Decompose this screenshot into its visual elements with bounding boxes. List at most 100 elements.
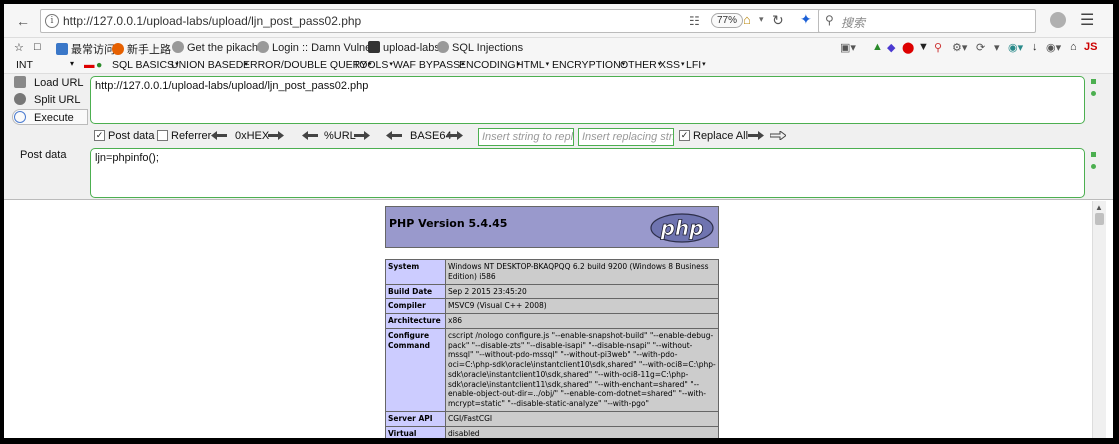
replacing-string-input[interactable]: Insert replacing string	[578, 128, 674, 146]
bookmark-sql-injections[interactable]: SQL Injections	[437, 41, 523, 54]
adblock-icon[interactable]: ⬤	[902, 41, 914, 54]
bookmark-pikachu[interactable]: Get the pikachu	[172, 41, 264, 54]
replace-string-input[interactable]: Insert string to replace	[478, 128, 574, 146]
expand-dot-icon[interactable]	[1091, 164, 1096, 169]
gear-icon[interactable]: ⚙▾	[952, 41, 967, 54]
globe-icon	[257, 41, 269, 53]
bookmark-upload-labs[interactable]: upload-labs	[368, 41, 440, 54]
search-icon: ⚲	[825, 13, 834, 27]
home-icon[interactable]: ⌂	[743, 12, 751, 27]
url-textarea[interactable]: http://127.0.0.1/upload-labs/upload/ljn_…	[90, 76, 1085, 124]
extension-icon[interactable]: ⚲	[934, 41, 942, 54]
library-icon[interactable]: □	[34, 41, 41, 53]
extension-icon[interactable]: ◉▾	[1008, 41, 1023, 54]
menu-xss[interactable]: XSS▾	[659, 59, 685, 71]
php-logo-text: php	[660, 216, 704, 240]
folder-icon	[368, 41, 380, 53]
address-bar[interactable]: i http://127.0.0.1/upload-labs/upload/lj…	[40, 9, 824, 33]
bookmark-dvwa[interactable]: Login :: Damn Vulne...	[257, 41, 380, 54]
pocket-icon[interactable]: ✦	[800, 11, 812, 27]
int-select[interactable]: INT	[16, 59, 33, 71]
reader-view-icon[interactable]: ☷	[689, 14, 700, 28]
php-logo-icon[interactable]: php	[650, 213, 714, 243]
page-scrollbar[interactable]: ▲	[1092, 201, 1106, 438]
download-icon[interactable]: ↓	[1032, 41, 1038, 53]
replace-all-label: Replace All	[693, 130, 749, 142]
profile-icon[interactable]	[1050, 12, 1066, 28]
expand-dot-icon[interactable]	[1091, 152, 1096, 157]
home-icon[interactable]: ⌂	[1070, 41, 1077, 53]
scrollbar-thumb[interactable]	[1095, 213, 1104, 225]
chevron-down-icon[interactable]: ▾	[759, 14, 764, 25]
play-icon	[14, 111, 26, 123]
hackbar-menu: INT ▾ ▬ ● SQL BASICS▾ UNION BASED▾ ERROR…	[4, 58, 1113, 74]
star-icon[interactable]: ☆	[14, 41, 24, 54]
menu-sql-basics[interactable]: SQL BASICS▾	[112, 59, 179, 71]
firefox-icon	[112, 43, 124, 55]
expand-dot-icon[interactable]	[1091, 91, 1096, 96]
menu-encoding[interactable]: ENCODING▾	[459, 59, 520, 71]
js-icon[interactable]: JS	[1084, 41, 1097, 53]
referrer-label: Referrer	[171, 130, 212, 142]
table-row: System Windows NT DESKTOP-BKAQPQQ 6.2 bui…	[385, 259, 719, 285]
info-icon[interactable]: i	[45, 14, 59, 28]
chevron-down-icon[interactable]: ▾	[994, 41, 1000, 54]
hamburger-menu-icon[interactable]: ☰	[1080, 10, 1094, 30]
expand-dot-icon[interactable]	[1091, 79, 1096, 84]
post-data-field-label: Post data	[20, 149, 67, 161]
scroll-up-icon[interactable]: ▲	[1095, 203, 1103, 212]
browser-window: ← i http://127.0.0.1/upload-labs/upload/…	[0, 0, 1119, 444]
bookmark-getting-started[interactable]: 新手上路	[112, 41, 171, 57]
back-icon[interactable]: ←	[14, 12, 32, 30]
minus-icon[interactable]: ▬	[84, 59, 95, 71]
search-placeholder: 搜索	[841, 16, 866, 30]
arrow-right-icon[interactable]	[268, 131, 284, 140]
chevron-down-icon[interactable]: ▾	[70, 59, 74, 68]
arrow-right-icon[interactable]	[748, 131, 764, 140]
search-box[interactable]: ⚲ 搜索	[818, 9, 1036, 33]
arrow-right-icon[interactable]	[770, 131, 786, 140]
menu-other[interactable]: OTHER▾	[620, 59, 661, 71]
menu-lfi[interactable]: LFI▾	[686, 59, 706, 71]
bookmark-folder-icon	[56, 43, 68, 55]
reload-icon[interactable]: ↻	[772, 12, 784, 29]
bookmark-most-visited[interactable]: 最常访问	[56, 41, 115, 57]
post-data-checkbox[interactable]: ✓	[94, 130, 105, 141]
zoom-level-badge[interactable]: 77%	[711, 13, 744, 28]
referrer-checkbox[interactable]	[157, 130, 168, 141]
screenshot-icon[interactable]: ▣▾	[840, 41, 856, 54]
extension-icon[interactable]: ◆	[887, 41, 895, 54]
menu-html[interactable]: HTML▾	[516, 59, 549, 71]
hackbar-panel: Load URL Split URL Execute http://127.0.…	[4, 74, 1113, 200]
menu-encryption[interactable]: ENCRYPTION▾	[552, 59, 625, 71]
php-info-table: System Windows NT DESKTOP-BKAQPQQ 6.2 bui…	[385, 259, 719, 438]
table-row: Server API CGI/FastCGI	[385, 410, 719, 427]
shield-icon[interactable]: ▼	[918, 41, 929, 53]
extension-icon[interactable]: ▲	[872, 41, 883, 53]
extension-icon[interactable]: ◉▾	[1046, 41, 1061, 54]
split-icon	[14, 93, 26, 105]
table-row: Build Date Sep 2 2015 23:45:20	[385, 283, 719, 300]
arrow-left-icon[interactable]	[386, 131, 402, 140]
arrow-right-icon[interactable]	[354, 131, 370, 140]
execute-button[interactable]: Execute	[14, 111, 74, 124]
replace-all-checkbox[interactable]: ✓	[679, 130, 690, 141]
url-encode-label: %URL	[324, 130, 356, 142]
split-url-button[interactable]: Split URL	[14, 93, 80, 106]
menu-union-based[interactable]: UNION BASED▾	[171, 59, 248, 71]
arrow-right-icon[interactable]	[447, 131, 463, 140]
table-row: Compiler MSVC9 (Visual C++ 2008)	[385, 298, 719, 314]
post-data-label: Post data	[108, 130, 155, 142]
table-row: Architecture x86	[385, 313, 719, 329]
hex-label: 0xHEX	[235, 130, 270, 142]
arrow-left-icon[interactable]	[211, 131, 227, 140]
address-url[interactable]: http://127.0.0.1/upload-labs/upload/ljn_…	[63, 14, 361, 28]
extension-icon[interactable]: ⟳	[976, 41, 985, 54]
post-data-textarea[interactable]: ljn=phpinfo();	[90, 148, 1085, 198]
arrow-left-icon[interactable]	[302, 131, 318, 140]
menu-waf-bypass[interactable]: WAF BYPASS▾	[393, 59, 465, 71]
load-url-button[interactable]: Load URL	[14, 76, 84, 89]
plus-icon[interactable]: ●	[96, 59, 102, 71]
menu-tools[interactable]: TOOLS▾	[353, 59, 393, 71]
table-row: Virtual Directory Supportdisabled	[385, 425, 719, 438]
